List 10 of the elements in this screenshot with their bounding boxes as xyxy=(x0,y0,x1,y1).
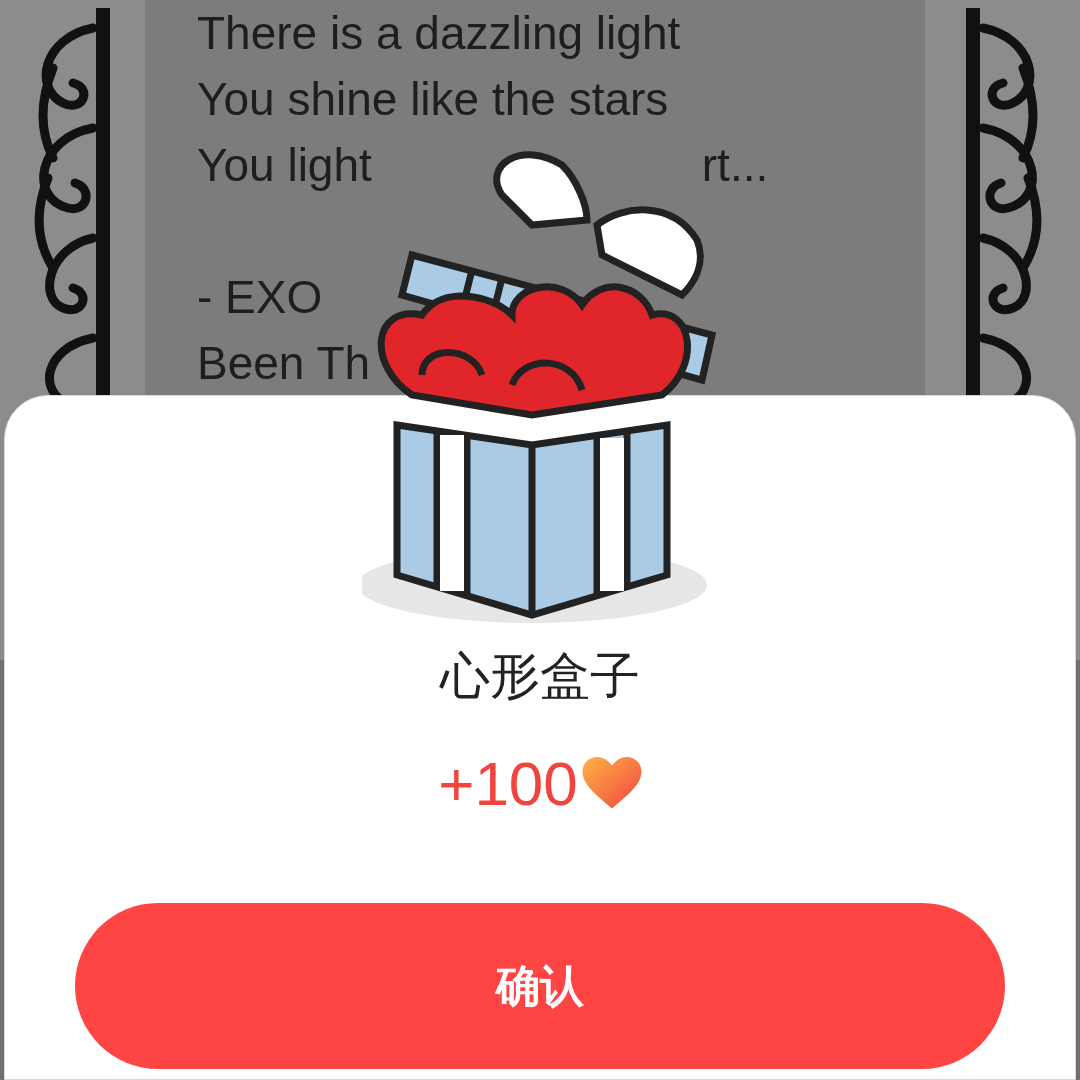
lyric-line: You shine like the stars xyxy=(197,71,669,127)
lyric-line: You light xyxy=(197,137,372,193)
reward-title: 心形盒子 xyxy=(440,651,640,701)
lyric-line: There is a dazzling light xyxy=(197,5,681,61)
heart-icon xyxy=(581,757,642,811)
lyric-line: - EXO xyxy=(197,269,323,325)
lyric-line: Been Th xyxy=(197,335,371,391)
confirm-button[interactable]: 确认 xyxy=(75,903,1005,1069)
reward-amount: +100 xyxy=(438,753,578,815)
lyric-line: rt... xyxy=(701,137,769,193)
